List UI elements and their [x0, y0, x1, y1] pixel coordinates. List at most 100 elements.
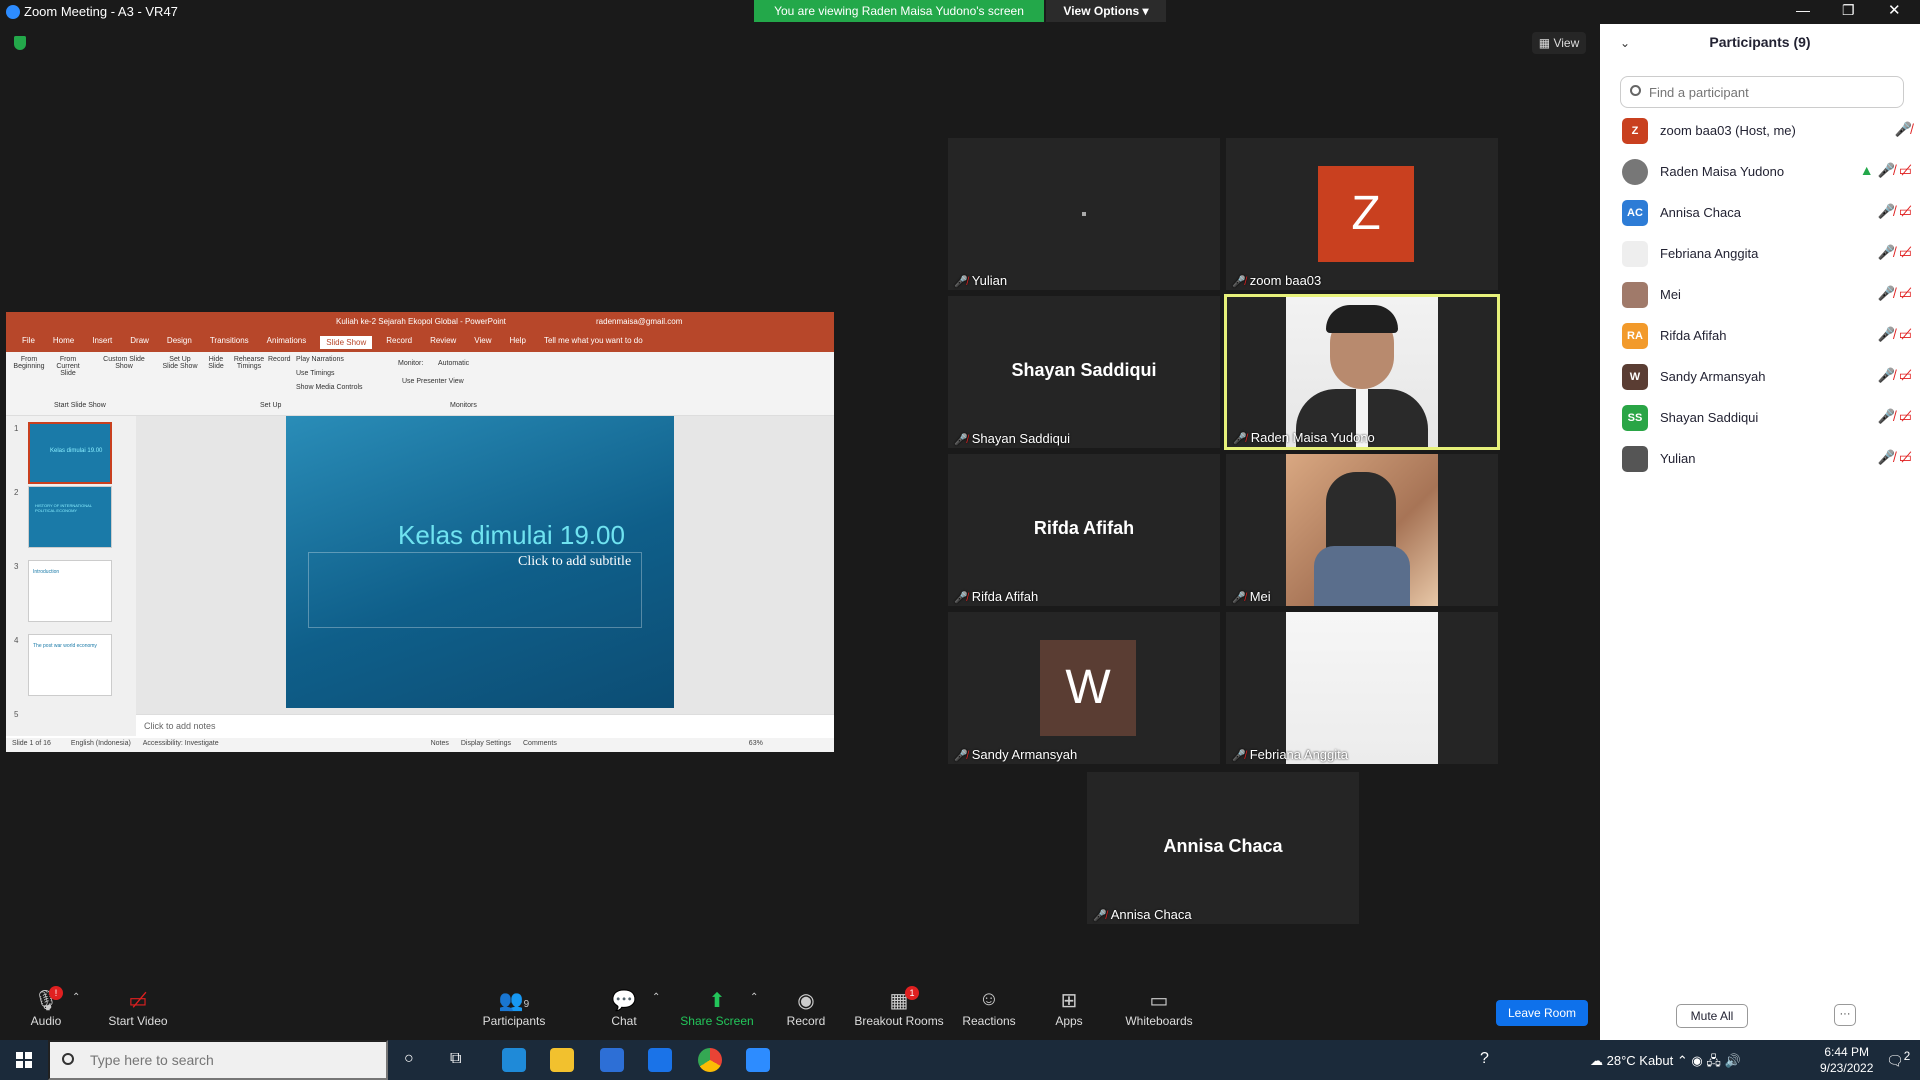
chat-options-caret[interactable]: ⌃	[652, 992, 660, 1003]
clock[interactable]: 6:44 PM 9/23/2022	[1820, 1044, 1873, 1076]
muted-mic-icon[interactable]: 🎤̸	[1877, 244, 1894, 260]
ppt-tab: Home	[52, 336, 75, 345]
participant-name: Raden Maisa Yudono	[1660, 164, 1785, 179]
muted-mic-icon: 🎤̸	[1232, 592, 1246, 604]
muted-mic-icon[interactable]: 🎤̸	[1877, 326, 1894, 342]
breakout-rooms-button[interactable]: ▦ 1 Breakout Rooms	[853, 986, 945, 1028]
restore-button[interactable]: ❐	[1842, 2, 1855, 19]
video-tile[interactable]: Annisa Chaca 🎤̸ Annisa Chaca	[1087, 772, 1359, 924]
ppt-tab-active: Slide Show	[320, 336, 373, 349]
edge-icon[interactable]	[502, 1048, 526, 1072]
participant-name: Yulian	[1660, 451, 1696, 466]
participant-row[interactable]: Raden Maisa Yudono ▲ 🎤̸ ▭̸	[1622, 157, 1912, 187]
ppt-tab: Help	[509, 336, 526, 345]
tile-name: 🎤̸ Sandy Armansyah	[954, 747, 1078, 762]
minimize-button[interactable]: —	[1796, 2, 1810, 18]
video-tile[interactable]: Rifda Afifah 🎤̸ Rifda Afifah	[948, 454, 1220, 606]
muted-mic-icon[interactable]: 🎤̸	[1877, 203, 1894, 219]
view-options-label: View Options	[1063, 4, 1140, 18]
participant-row[interactable]: SS Shayan Saddiqui 🎤̸ ▭̸	[1622, 403, 1912, 433]
time: 6:44 PM	[1824, 1045, 1870, 1059]
record-button[interactable]: ◉ Record	[761, 988, 851, 1028]
participant-row[interactable]: Febriana Anggita 🎤̸ ▭̸	[1622, 239, 1912, 269]
participants-panel: ⌄ Participants (9) Z zoom baa03 (Host, m…	[1600, 24, 1920, 1040]
taskbar-search-input[interactable]	[48, 1040, 388, 1080]
tile-name: 🎤̸ Raden Maisa Yudono	[1233, 430, 1375, 445]
ppt-notes: Click to add notes	[136, 714, 834, 738]
participants-label: Participants	[482, 1014, 546, 1028]
participant-status-icons: 🎤̸ ▭̸	[1877, 203, 1912, 220]
muted-mic-icon[interactable]: 🎤̸	[1877, 367, 1894, 383]
close-button[interactable]: ✕	[1888, 1, 1901, 19]
search-icon	[62, 1053, 74, 1065]
reactions-button[interactable]: ☺ Reactions	[944, 988, 1034, 1028]
video-tile[interactable]: W 🎤̸ Sandy Armansyah	[948, 612, 1220, 764]
participant-row[interactable]: Mei 🎤̸ ▭̸	[1622, 280, 1912, 310]
ppt-display-settings: Display Settings	[460, 740, 512, 747]
zoom-app-icon[interactable]	[746, 1048, 770, 1072]
weather[interactable]: ☁ 28°C Kabut ⌃ ◉ 🖧 🔊	[1590, 1052, 1741, 1074]
share-screen-label: Share Screen	[680, 1014, 754, 1028]
start-video-button[interactable]: ▭̸ Start Video	[93, 988, 183, 1028]
ppt-tab: Draw	[130, 336, 149, 345]
audio-badge: !	[49, 986, 63, 1000]
participants-button[interactable]: 👥9 Participants	[469, 988, 559, 1028]
muted-mic-icon[interactable]: 🎤̸	[1877, 408, 1894, 424]
hair-shape	[1326, 305, 1398, 333]
store-icon[interactable]	[600, 1048, 624, 1072]
zoom-logo-icon	[6, 5, 20, 19]
video-tile[interactable]: 🎤̸ Yulian	[948, 138, 1220, 290]
audio-options-caret[interactable]: ⌃	[72, 992, 80, 1003]
notification-center-icon[interactable]: 🗨2	[1886, 1050, 1910, 1070]
video-off-icon: ▭̸	[1898, 367, 1912, 383]
muted-mic-icon[interactable]: 🎤̸	[1877, 162, 1894, 178]
view-options-button[interactable]: View Options ▾	[1046, 0, 1166, 22]
ppt-titlebar: Kuliah ke-2 Sejarah Ekopol Global - Powe…	[6, 312, 834, 352]
ppt-tab: File	[22, 336, 35, 345]
start-video-label: Start Video	[108, 1014, 168, 1028]
leave-room-button[interactable]: Leave Room	[1496, 1000, 1588, 1026]
participants-header: Participants (9)	[1709, 34, 1811, 50]
participant-name: Annisa Chaca	[1660, 205, 1741, 220]
participant-name: zoom baa03 (Host, me)	[1660, 123, 1796, 138]
apps-button[interactable]: ⊞ Apps	[1024, 988, 1114, 1028]
chrome-icon[interactable]	[698, 1048, 722, 1072]
task-view-icon[interactable]: ⧉	[450, 1050, 461, 1068]
more-options-button[interactable]: ···	[1834, 1004, 1856, 1026]
help-icon[interactable]: ?	[1480, 1050, 1489, 1068]
video-tile-active-speaker[interactable]: 🎤̸ Raden Maisa Yudono	[1224, 294, 1500, 450]
video-off-icon: ▭̸	[1898, 203, 1912, 219]
ppt-monitor-value: Automatic	[438, 360, 470, 367]
video-tile[interactable]: 🎤̸ Mei	[1226, 454, 1498, 606]
file-explorer-icon[interactable]	[550, 1048, 574, 1072]
video-off-icon: ▭̸	[128, 990, 148, 1012]
slide-thumb: The post war world economy	[28, 634, 112, 696]
participant-avatar	[1622, 446, 1648, 472]
window-title: Zoom Meeting - A3 - VR47	[24, 4, 178, 19]
participant-row[interactable]: W Sandy Armansyah 🎤̸ ▭̸	[1622, 362, 1912, 392]
view-button[interactable]: ▦ View	[1532, 32, 1586, 54]
mute-all-button[interactable]: Mute All	[1676, 1004, 1748, 1028]
windows-start-icon[interactable]	[16, 1052, 32, 1068]
muted-mic-icon: 🎤̸	[1232, 276, 1246, 288]
video-tile[interactable]: 🎤̸ Febriana Anggita	[1226, 612, 1498, 764]
muted-mic-icon[interactable]: 🎤̸	[1895, 121, 1912, 138]
participant-row[interactable]: RA Rifda Afifah 🎤̸ ▭̸	[1622, 321, 1912, 351]
muted-mic-icon[interactable]: 🎤̸	[1877, 285, 1894, 301]
participant-search-input[interactable]	[1620, 76, 1904, 108]
share-screen-button[interactable]: ⬆ Share Screen	[672, 988, 762, 1028]
participant-row[interactable]: AC Annisa Chaca 🎤̸ ▭̸	[1622, 198, 1912, 228]
mail-icon[interactable]	[648, 1048, 672, 1072]
participant-row[interactable]: Z zoom baa03 (Host, me) 🎤̸	[1622, 116, 1912, 146]
video-tile[interactable]: Shayan Saddiqui 🎤̸ Shayan Saddiqui	[948, 296, 1220, 448]
muted-mic-icon: 🎤̸	[954, 434, 968, 446]
security-shield-icon[interactable]	[14, 36, 26, 50]
cortana-icon[interactable]: ○	[404, 1050, 414, 1068]
whiteboards-button[interactable]: ▭ Whiteboards	[1114, 988, 1204, 1028]
meeting-toolbar: 🎙 ! Audio ⌃ ▭̸ Start Video 👥9 Participan…	[0, 980, 1600, 1040]
share-options-caret[interactable]: ⌃	[750, 992, 758, 1003]
video-off-icon: ▭̸	[1898, 285, 1912, 301]
muted-mic-icon[interactable]: 🎤̸	[1877, 449, 1894, 465]
video-tile[interactable]: Z 🎤̸ zoom baa03	[1226, 138, 1498, 290]
participant-row[interactable]: Yulian 🎤̸ ▭̸	[1622, 444, 1912, 474]
